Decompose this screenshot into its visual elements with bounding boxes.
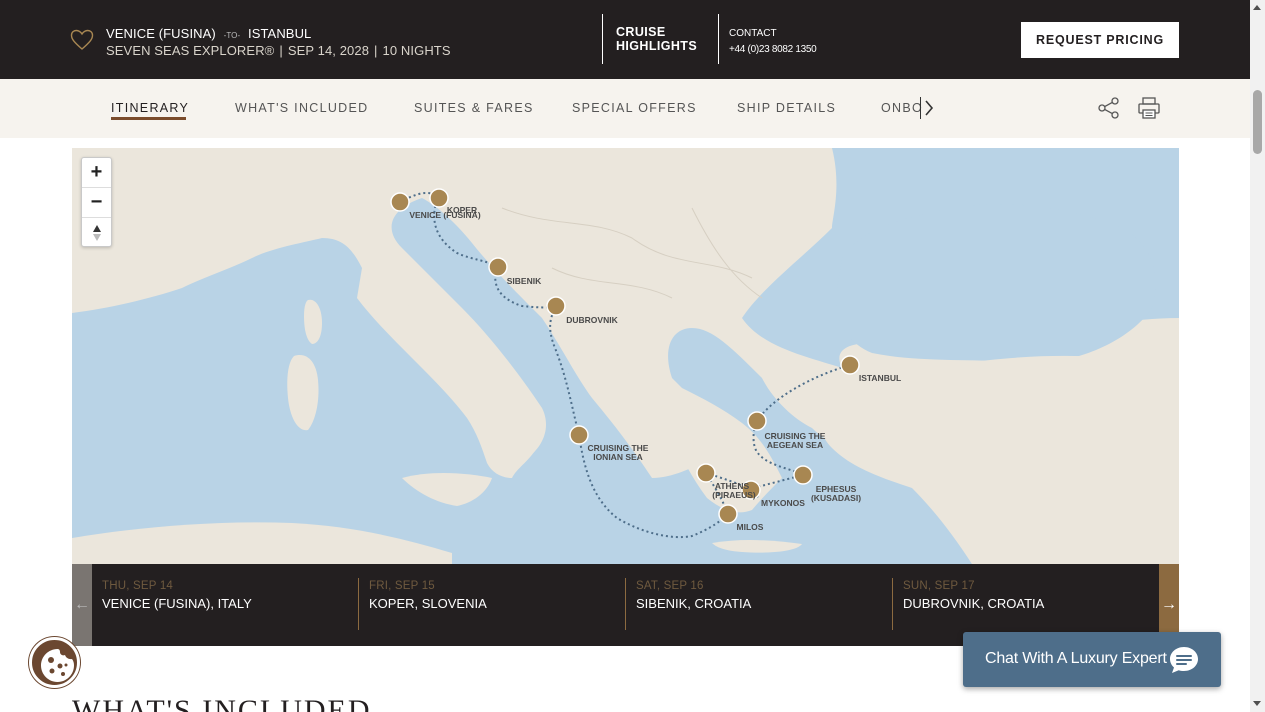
header-divider (718, 14, 719, 64)
port-marker-athens[interactable] (696, 463, 716, 483)
port-marker-koper[interactable] (429, 188, 449, 208)
zoom-out-button[interactable]: − (82, 188, 111, 218)
tab-onboard[interactable]: ONBOARD (881, 101, 922, 115)
port-marker-ionian-sea[interactable] (569, 425, 589, 445)
day-port: SIBENIK, CROATIA (636, 596, 752, 611)
port-marker-aegean-sea[interactable] (747, 411, 767, 431)
label-aegean-2: AEGEAN SEA (767, 440, 823, 450)
share-icon[interactable] (1098, 97, 1120, 119)
label-athens-2: (PIRAEUS) (712, 490, 756, 500)
chat-with-expert-button[interactable]: Chat With A Luxury Expert (963, 632, 1221, 687)
port-marker-dubrovnik[interactable] (546, 296, 566, 316)
arrival-port: ISTANBUL (247, 26, 312, 41)
tab-special-offers[interactable]: SPECIAL OFFERS (572, 101, 697, 115)
port-marker-venice[interactable] (390, 192, 410, 212)
heart-icon[interactable] (70, 29, 94, 51)
carousel-prev-button[interactable]: ← (72, 564, 92, 646)
label-milos: MILOS (737, 522, 764, 532)
compass-icon (92, 225, 101, 241)
day-date: THU, SEP 14 (102, 580, 174, 592)
port-marker-ephesus[interactable] (793, 465, 813, 485)
active-tab-underline (111, 117, 186, 120)
label-istanbul: ISTANBUL (859, 373, 901, 383)
zoom-in-button[interactable]: + (82, 158, 111, 188)
day-port: KOPER, SLOVENIA (369, 596, 487, 611)
tab-ship-details[interactable]: SHIP DETAILS (737, 101, 836, 115)
contact-block: CONTACT +44 (0)23 8082 1350 (729, 26, 817, 58)
land-turkey (816, 355, 1179, 564)
voyage-length: 10 NIGHTS (382, 43, 451, 58)
label-ephesus-2: (KUSADASI) (811, 493, 861, 503)
chat-bubble-icon (1170, 647, 1198, 673)
scroll-down-arrow[interactable] (1253, 701, 1261, 706)
label-mykonos: MYKONOS (761, 498, 805, 508)
ship-name: SEVEN SEAS EXPLORER® (106, 43, 275, 58)
day-port: VENICE (FUSINA), ITALY (102, 596, 252, 611)
section-nav: ITINERARY WHAT'S INCLUDED SUITES & FARES… (0, 79, 1250, 138)
port-marker-milos[interactable] (718, 504, 738, 524)
tab-itinerary[interactable]: ITINERARY (111, 101, 189, 115)
land-corsica (304, 299, 322, 344)
departure-port: VENICE (FUSINA) (106, 26, 216, 41)
itinerary-day[interactable]: SUN, SEP 17 DUBROVNIK, CROATIA (892, 578, 1159, 630)
black-sea (836, 204, 1156, 363)
map-zoom-control: + − (81, 157, 112, 247)
itinerary-day[interactable]: THU, SEP 14 VENICE (FUSINA), ITALY (92, 578, 358, 630)
contact-label: CONTACT (729, 28, 777, 39)
scroll-up-arrow[interactable] (1253, 5, 1261, 10)
header-divider (602, 14, 603, 64)
itinerary-map[interactable]: VENICE (FUSINA) KOPER SIBENIK DUBROVNIK … (72, 148, 1179, 564)
land-africa (72, 522, 452, 564)
map-canvas: VENICE (FUSINA) KOPER SIBENIK DUBROVNIK … (72, 148, 1179, 564)
chevron-right-icon (925, 100, 934, 116)
voyage-summary: VENICE (FUSINA) -TO- ISTANBUL SEVEN SEAS… (106, 26, 451, 58)
label-dubrovnik: DUBROVNIK (566, 315, 618, 325)
day-date: SUN, SEP 17 (903, 580, 975, 592)
request-pricing-button[interactable]: REQUEST PRICING (1021, 22, 1179, 58)
port-marker-istanbul[interactable] (840, 355, 860, 375)
cruise-highlights-link[interactable]: CRUISE HIGHLIGHTS (616, 25, 697, 53)
nav-scroll-right-button[interactable] (920, 97, 934, 119)
page-scrollbar[interactable] (1250, 0, 1265, 712)
contact-phone[interactable]: +44 (0)23 8082 1350 (729, 42, 817, 58)
day-date: FRI, SEP 15 (369, 580, 435, 592)
itinerary-day[interactable]: FRI, SEP 15 KOPER, SLOVENIA (358, 578, 625, 630)
day-port: DUBROVNIK, CROATIA (903, 596, 1045, 611)
print-icon[interactable] (1137, 96, 1161, 120)
sail-date: SEP 14, 2028 (287, 43, 370, 58)
to-separator: -TO- (223, 31, 241, 40)
tab-suites-fares[interactable]: SUITES & FARES (414, 101, 534, 115)
cookie-icon (41, 649, 74, 682)
chat-label: Chat With A Luxury Expert (985, 650, 1167, 667)
tab-whats-included[interactable]: WHAT'S INCLUDED (235, 101, 368, 115)
highlights-line1: CRUISE (616, 25, 666, 39)
reset-north-button[interactable] (82, 218, 111, 248)
top-header: VENICE (FUSINA) -TO- ISTANBUL SEVEN SEAS… (0, 0, 1250, 79)
itinerary-day[interactable]: SAT, SEP 16 SIBENIK, CROATIA (625, 578, 892, 630)
section-heading: WHAT'S INCLUDED (72, 694, 372, 712)
cookie-settings-button[interactable] (29, 637, 80, 688)
port-marker-sibenik[interactable] (488, 257, 508, 277)
scroll-thumb[interactable] (1253, 90, 1262, 154)
land-sardinia (287, 355, 319, 431)
label-sibenik: SIBENIK (507, 276, 542, 286)
label-ionian-2: IONIAN SEA (593, 452, 643, 462)
label-koper: KOPER (447, 205, 477, 215)
nav-overflow: ONBOARD (880, 79, 922, 138)
land-sicily (402, 473, 492, 506)
day-date: SAT, SEP 16 (636, 580, 704, 592)
land-crete (712, 540, 802, 553)
highlights-line2: HIGHLIGHTS (616, 39, 698, 53)
